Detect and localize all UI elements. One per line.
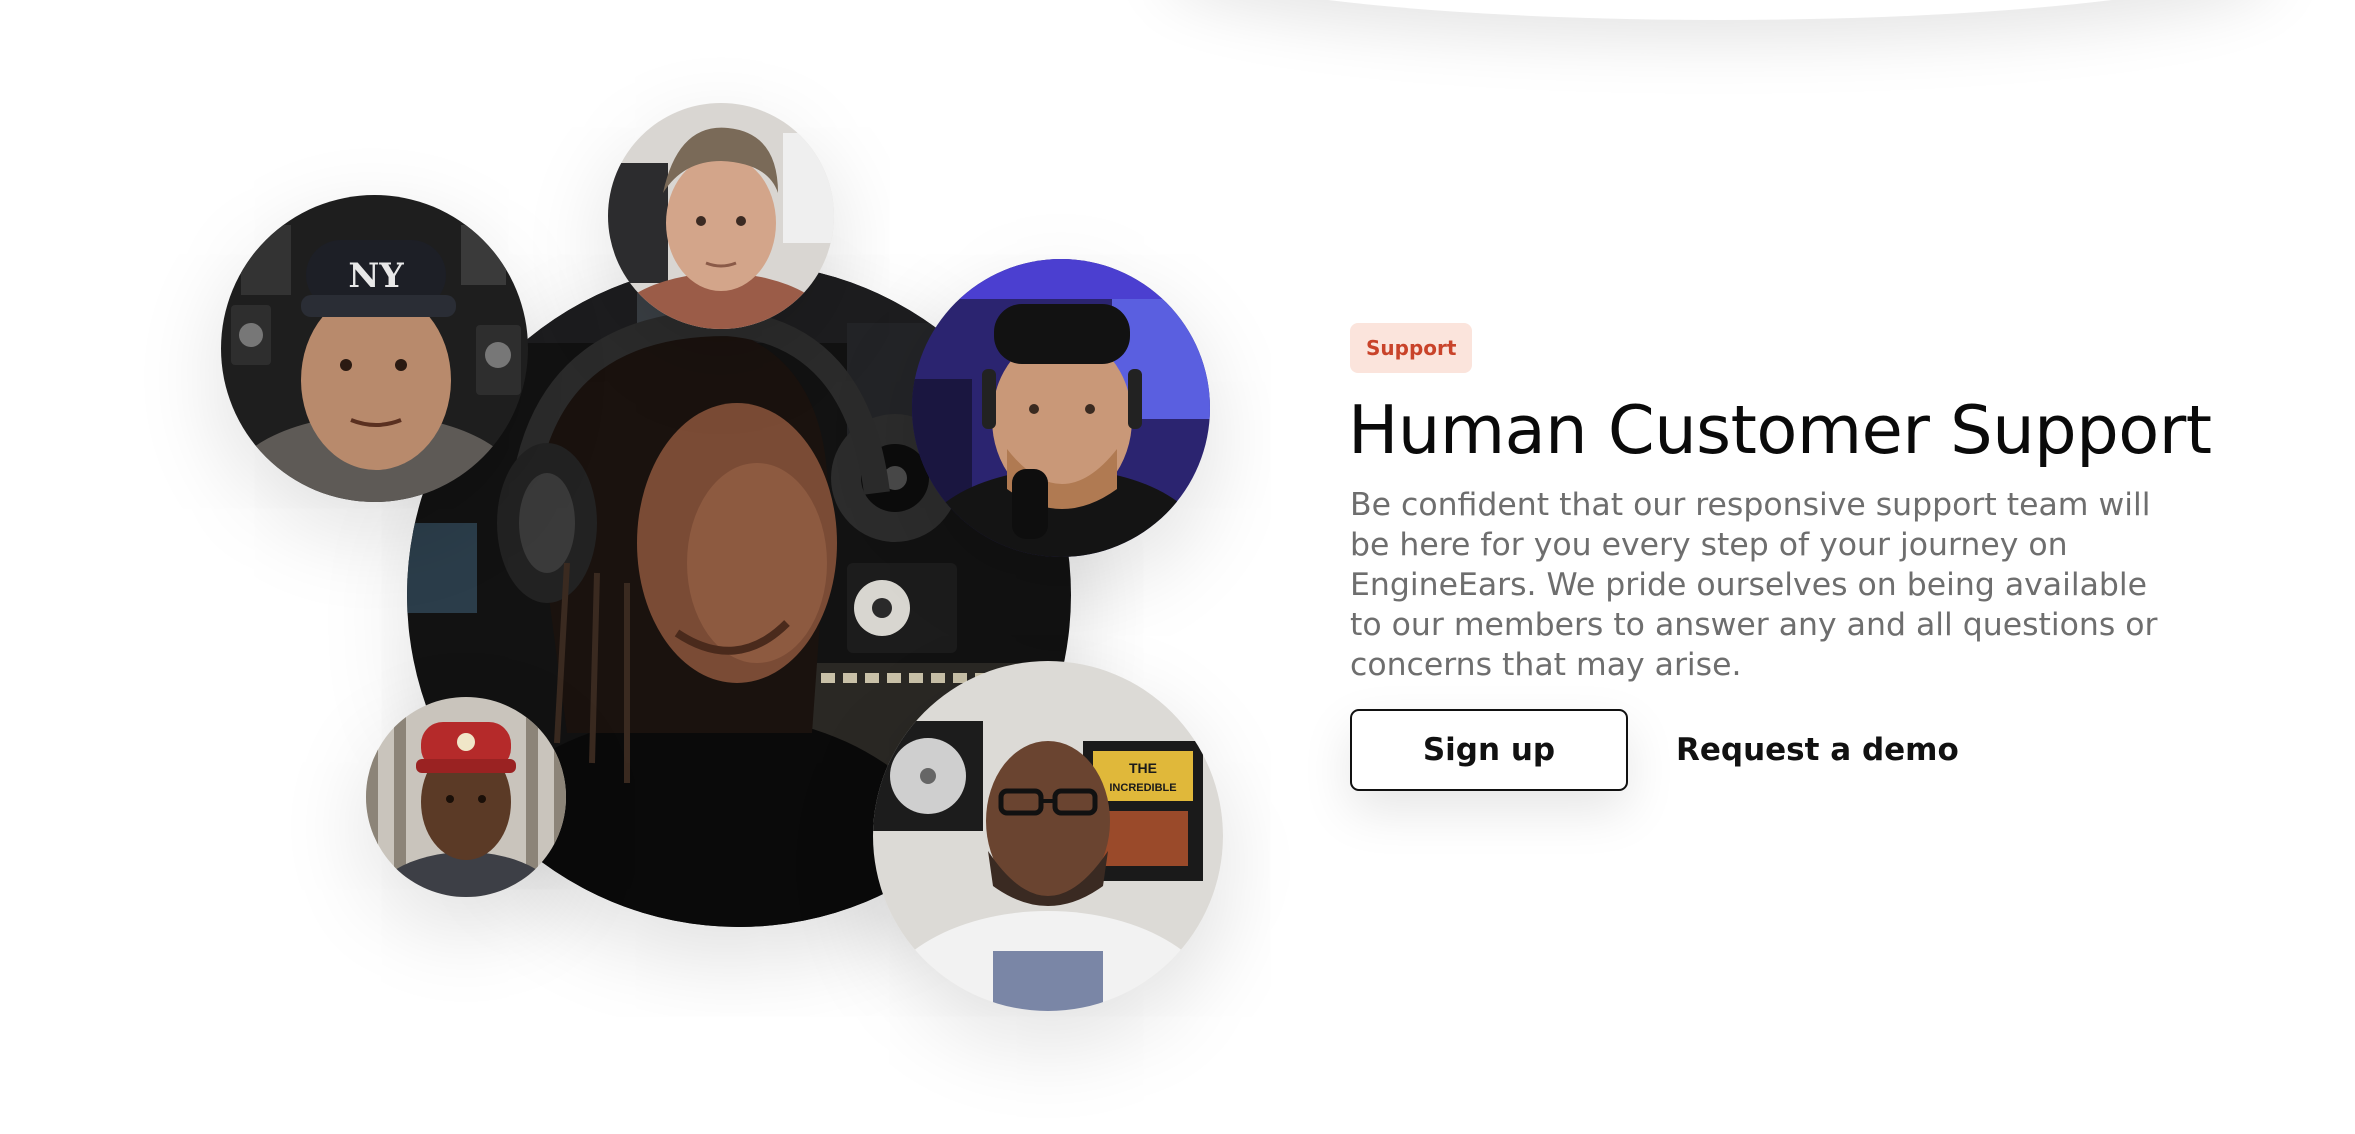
- top-decorative-shadow: [1160, 0, 2280, 20]
- man-at-desk-illustration: [608, 103, 834, 329]
- section-description: Be confident that our responsive support…: [1350, 487, 2158, 683]
- svg-text:THE: THE: [1129, 760, 1157, 776]
- photo-man-glasses: THE INCREDIBLE: [873, 661, 1223, 1011]
- man-ny-cap-illustration: NY: [221, 195, 528, 502]
- man-microphone-illustration: [912, 259, 1210, 557]
- section-title: Human Customer Support: [1348, 391, 2212, 469]
- man-glasses-illustration: THE INCREDIBLE: [873, 661, 1223, 1011]
- photo-man-at-desk: [608, 103, 834, 329]
- svg-text:INCREDIBLE: INCREDIBLE: [1109, 782, 1176, 794]
- man-red-cap-illustration: [366, 697, 566, 897]
- svg-text:NY: NY: [348, 256, 404, 296]
- sign-up-button[interactable]: Sign up: [1350, 709, 1628, 791]
- support-team-collage: NY THE INCREDIBLE: [0, 0, 1300, 1134]
- section-badge: Support: [1350, 323, 1473, 373]
- request-demo-link[interactable]: Request a demo: [1676, 728, 1959, 772]
- photo-man-red-cap: [366, 697, 566, 897]
- photo-man-microphone: [912, 259, 1210, 557]
- photo-man-ny-cap: NY: [221, 195, 528, 502]
